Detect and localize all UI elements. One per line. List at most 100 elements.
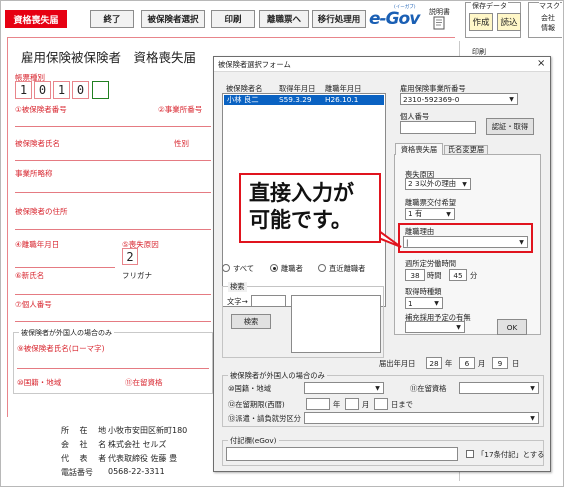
form-title: 雇用保険被保険者 資格喪失届 bbox=[21, 50, 197, 65]
list-item-name: 小林 良二 bbox=[227, 95, 259, 104]
report-year-input[interactable]: 28 bbox=[426, 357, 442, 369]
month-unit: 月 bbox=[478, 359, 486, 368]
divider bbox=[15, 229, 211, 230]
new-name-label: ⑥新氏名 bbox=[15, 271, 45, 280]
chevron-down-icon: ▼ bbox=[454, 323, 463, 331]
exit-button[interactable]: 終了 bbox=[90, 10, 134, 28]
divider bbox=[17, 368, 209, 369]
divider bbox=[15, 126, 211, 127]
year-unit: 年 bbox=[445, 359, 453, 368]
furigana-label: フリガナ bbox=[122, 271, 152, 280]
callout-line1: 直接入力が bbox=[249, 181, 354, 205]
chevron-down-icon: ▼ bbox=[528, 414, 537, 422]
loss-reason-combo[interactable]: 2 3以外の理由 ▼ bbox=[405, 178, 471, 190]
period-month-unit: 月 bbox=[362, 400, 370, 409]
search-results-list[interactable] bbox=[291, 295, 381, 353]
separation-date-label: ④離職年月日 bbox=[15, 240, 60, 249]
qualification-value: 1 bbox=[408, 298, 413, 308]
info-label: 情報 bbox=[541, 24, 555, 32]
period-day-input[interactable] bbox=[374, 398, 388, 410]
form-type-digit: 1 bbox=[15, 81, 32, 99]
chevron-down-icon: ▼ bbox=[444, 210, 453, 218]
form-type-digit-input[interactable] bbox=[92, 81, 109, 99]
report-month-input[interactable]: 6 bbox=[459, 357, 475, 369]
insured-no-label: ①被保険者番号 bbox=[15, 105, 67, 114]
ticket-request-combo[interactable]: 1 有 ▼ bbox=[405, 208, 455, 220]
divider bbox=[15, 160, 211, 161]
manual-icon[interactable] bbox=[432, 16, 446, 30]
mask-label: マスク bbox=[539, 1, 560, 11]
search-button[interactable]: 検索 bbox=[231, 314, 271, 329]
ok-button[interactable]: OK bbox=[497, 319, 527, 335]
load-button[interactable]: 読込 bbox=[497, 13, 521, 31]
close-icon[interactable]: × bbox=[537, 58, 545, 69]
hours-unit: 時間 bbox=[427, 271, 442, 280]
report-day-input[interactable]: 9 bbox=[492, 357, 508, 369]
tab-loss[interactable]: 資格喪失届 bbox=[395, 143, 443, 155]
search-group-title: 検索 bbox=[228, 282, 247, 292]
migration-button[interactable]: 移行処理用 bbox=[312, 10, 366, 28]
nationality-label: ⑩国籍・地域 bbox=[228, 384, 272, 393]
dispatch-label: ⑬派遣・請負就労区分 bbox=[228, 414, 301, 423]
company-name-value: 株式会社 セルズ bbox=[108, 440, 167, 449]
callout-line2: 可能です。 bbox=[249, 208, 352, 232]
dispatch-combo[interactable]: ▼ bbox=[304, 412, 539, 424]
insured-address-label: 被保険者の住所 bbox=[15, 207, 68, 216]
form-title-tab[interactable]: 資格喪失届 bbox=[5, 10, 67, 28]
period-month-input[interactable] bbox=[345, 398, 359, 410]
separation-ticket-button[interactable]: 離職票へ bbox=[259, 10, 309, 28]
personal-no-input[interactable] bbox=[400, 121, 476, 134]
loss-reason-value: 2 3以外の理由 bbox=[408, 179, 457, 188]
office-no-value: 2310-592369-0 bbox=[403, 94, 460, 104]
company-label: 会社 bbox=[541, 14, 555, 22]
loss-reason-box[interactable]: 2 bbox=[122, 248, 138, 265]
select-insured-button[interactable]: 被保険者選択 bbox=[141, 10, 205, 28]
company-phone-label: 電話番号 bbox=[61, 468, 93, 477]
callout-box: 直接入力が 可能です。 bbox=[239, 173, 381, 243]
insured-select-dialog: 被保険者選択フォーム × 被保険者名 取得年月日 離職年月日 小林 良二 S59… bbox=[213, 56, 551, 472]
period-day-unit: 日まで bbox=[391, 400, 413, 409]
auth-acquire-button[interactable]: 認証・取得 bbox=[486, 118, 534, 135]
office-no-combo[interactable]: 2310-592369-0 ▼ bbox=[400, 93, 518, 105]
create-button[interactable]: 作成 bbox=[469, 13, 493, 31]
search-text-input[interactable] bbox=[251, 295, 286, 307]
divider bbox=[15, 321, 211, 322]
period-label: ⑫在留期限(西暦) bbox=[228, 400, 285, 409]
filter-recent-radio[interactable] bbox=[318, 264, 326, 272]
egov-logo[interactable]: e-Gov bbox=[369, 7, 427, 31]
list-item-separated: H26.10.1 bbox=[325, 95, 359, 104]
minutes-unit: 分 bbox=[470, 271, 478, 280]
separation-reason-combo[interactable]: | ▼ bbox=[403, 236, 528, 248]
text-label: 文字→ bbox=[227, 297, 248, 306]
list-item[interactable]: 小林 良二 S59.3.29 H26.10.1 bbox=[224, 95, 384, 105]
egov-subtext: (イーガブ) bbox=[394, 5, 416, 10]
period-year-input[interactable] bbox=[306, 398, 330, 410]
company-phone-value: 0568-22-3311 bbox=[108, 467, 165, 476]
company-name-label: 会 社 名 bbox=[61, 440, 111, 449]
nationality-combo[interactable]: ▼ bbox=[304, 382, 384, 394]
qualification-combo[interactable]: 1 ▼ bbox=[405, 297, 443, 309]
foreign-name-label: ⑨被保険者氏名(ローマ字) bbox=[17, 344, 105, 353]
weekly-minutes-input[interactable]: 45 bbox=[449, 269, 467, 281]
filter-separated-radio[interactable] bbox=[270, 264, 278, 272]
filter-all-radio[interactable] bbox=[222, 264, 230, 272]
office-no-label: ②事業所番号 bbox=[158, 105, 203, 114]
note-input[interactable] bbox=[226, 447, 458, 461]
tab-name-change[interactable]: 氏名変更届 bbox=[444, 145, 488, 155]
note-checkbox-label: 「17条付記」とする bbox=[477, 450, 545, 459]
list-item-acquired: S59.3.29 bbox=[279, 95, 312, 104]
note-checkbox[interactable] bbox=[466, 450, 474, 458]
personal-no-label: ⑦個人番号 bbox=[15, 300, 52, 309]
form-type-digit: 1 bbox=[53, 81, 70, 99]
supplement-combo[interactable]: ▼ bbox=[405, 321, 465, 333]
office-abbr-label: 事業所略称 bbox=[15, 169, 53, 178]
report-date-label: 届出年月日 bbox=[379, 359, 416, 368]
chevron-down-icon: ▼ bbox=[507, 95, 516, 103]
weekly-hours-input[interactable]: 38 bbox=[405, 269, 425, 281]
gender-label: 性別 bbox=[174, 139, 189, 148]
chevron-down-icon: ▼ bbox=[432, 299, 441, 307]
residence-combo[interactable]: ▼ bbox=[459, 382, 539, 394]
egov-logo-text: e-Gov bbox=[369, 9, 420, 29]
print-button[interactable]: 印刷 bbox=[211, 10, 255, 28]
form-type-digit: 0 bbox=[72, 81, 89, 99]
